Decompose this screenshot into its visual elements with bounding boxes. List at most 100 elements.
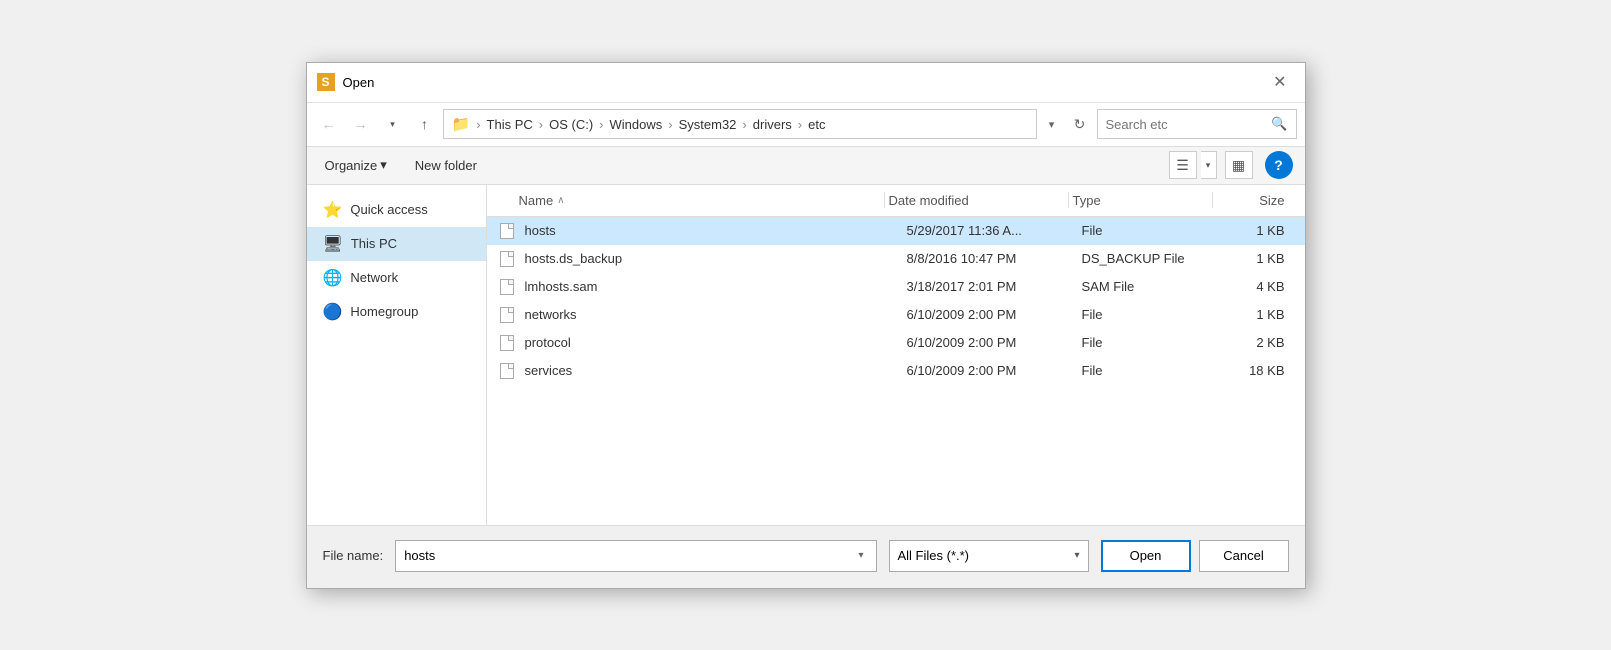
table-row[interactable]: networks 6/10/2009 2:00 PM File 1 KB <box>487 301 1305 329</box>
col-size-label: Size <box>1259 193 1284 208</box>
back-button[interactable]: ← <box>315 110 343 138</box>
file-icon-cell <box>495 363 519 379</box>
main-content: ⭐ Quick access 🖥 This PC 🌐 Network 🔵 Hom… <box>307 185 1305 525</box>
column-header: Name ∧ Date modified Type Size <box>487 185 1305 217</box>
address-folder-icon: 📁 <box>452 115 471 133</box>
view-chevron-icon: ▾ <box>1206 160 1211 171</box>
sidebar-item-label-quick-access: Quick access <box>350 202 427 217</box>
refresh-icon: ↻ <box>1074 116 1086 133</box>
file-name: hosts <box>525 223 907 238</box>
bottom-bar: File name: ▾ All Files (*.*) ▾ Open Canc… <box>307 525 1305 588</box>
help-icon: ? <box>1274 157 1283 173</box>
file-type: File <box>1082 363 1217 378</box>
col-type-header[interactable]: Type <box>1073 193 1208 208</box>
file-date: 6/10/2009 2:00 PM <box>907 307 1082 322</box>
address-separator-3: › <box>599 117 603 132</box>
help-button[interactable]: ? <box>1265 151 1293 179</box>
table-row[interactable]: services 6/10/2009 2:00 PM File 18 KB <box>487 357 1305 385</box>
cancel-button[interactable]: Cancel <box>1199 540 1289 572</box>
file-name: services <box>525 363 907 378</box>
table-row[interactable]: protocol 6/10/2009 2:00 PM File 2 KB <box>487 329 1305 357</box>
file-type: DS_BACKUP File <box>1082 251 1217 266</box>
filetype-chevron-icon: ▾ <box>1074 550 1079 561</box>
file-icon-cell <box>495 335 519 351</box>
file-size: 18 KB <box>1217 363 1297 378</box>
file-name: lmhosts.sam <box>525 279 907 294</box>
table-row[interactable]: hosts.ds_backup 8/8/2016 10:47 PM DS_BAC… <box>487 245 1305 273</box>
nav-dropdown-icon: ▾ <box>390 119 395 130</box>
address-part-1: This PC <box>487 117 533 132</box>
col-date-header[interactable]: Date modified <box>889 193 1064 208</box>
sidebar-item-network[interactable]: 🌐 Network <box>307 261 486 295</box>
title-bar: S Open ✕ <box>307 63 1305 103</box>
view-chevron-button[interactable]: ▾ <box>1201 151 1217 179</box>
file-size: 1 KB <box>1217 251 1297 266</box>
view-icon: ☰ <box>1176 157 1189 174</box>
organize-left: Organize ▾ New folder <box>319 153 483 177</box>
open-button[interactable]: Open <box>1101 540 1191 572</box>
file-area: Name ∧ Date modified Type Size <box>487 185 1305 525</box>
address-separator-4: › <box>668 117 672 132</box>
file-list: hosts 5/29/2017 11:36 A... File 1 KB hos… <box>487 217 1305 525</box>
table-row[interactable]: lmhosts.sam 3/18/2017 2:01 PM SAM File 4… <box>487 273 1305 301</box>
address-chevron-icon: ▾ <box>1049 118 1055 131</box>
up-button[interactable]: ↑ <box>411 110 439 138</box>
file-type: SAM File <box>1082 279 1217 294</box>
sidebar-item-this-pc[interactable]: 🖥 This PC <box>307 227 486 261</box>
file-date: 8/8/2016 10:47 PM <box>907 251 1082 266</box>
filetype-value: All Files (*.*) <box>898 548 970 563</box>
nav-dropdown-button[interactable]: ▾ <box>379 110 407 138</box>
table-row[interactable]: hosts 5/29/2017 11:36 A... File 1 KB <box>487 217 1305 245</box>
file-date: 6/10/2009 2:00 PM <box>907 335 1082 350</box>
file-icon <box>500 335 514 351</box>
address-separator-2: › <box>539 117 543 132</box>
sidebar-item-label-network: Network <box>350 270 398 285</box>
forward-button[interactable]: → <box>347 110 375 138</box>
col-divider-2 <box>1068 192 1069 208</box>
close-button[interactable]: ✕ <box>1267 70 1292 94</box>
address-part-5: drivers <box>753 117 792 132</box>
file-size: 4 KB <box>1217 279 1297 294</box>
col-divider-1 <box>884 192 885 208</box>
file-icon <box>500 307 514 323</box>
refresh-button[interactable]: ↻ <box>1067 111 1093 137</box>
address-separator-1: › <box>476 117 480 132</box>
filename-input-wrapper: ▾ <box>395 540 876 572</box>
filename-chevron-icon[interactable]: ▾ <box>854 548 867 563</box>
file-date: 6/10/2009 2:00 PM <box>907 363 1082 378</box>
file-type: File <box>1082 223 1217 238</box>
view-button[interactable]: ☰ <box>1169 151 1197 179</box>
new-folder-button[interactable]: New folder <box>409 154 483 177</box>
file-type: File <box>1082 335 1217 350</box>
file-icon-cell <box>495 251 519 267</box>
filetype-select[interactable]: All Files (*.*) ▾ <box>889 540 1089 572</box>
file-type: File <box>1082 307 1217 322</box>
forward-icon: → <box>354 116 368 132</box>
file-icon <box>500 251 514 267</box>
toolbar: ← → ▾ ↑ 📁 › This PC › OS (C:) › Windows … <box>307 103 1305 147</box>
col-type-label: Type <box>1073 193 1101 208</box>
address-separator-6: › <box>798 117 802 132</box>
col-name-label: Name <box>519 193 554 208</box>
preview-button[interactable]: ▦ <box>1225 151 1253 179</box>
sidebar-item-homegroup[interactable]: 🔵 Homegroup <box>307 295 486 329</box>
search-input[interactable] <box>1106 117 1268 132</box>
col-size-header[interactable]: Size <box>1217 193 1297 208</box>
quick-access-icon: ⭐ <box>323 200 343 220</box>
address-part-2: OS (C:) <box>549 117 593 132</box>
address-part-4: System32 <box>679 117 737 132</box>
network-icon: 🌐 <box>323 268 343 288</box>
address-separator-5: › <box>742 117 746 132</box>
preview-icon: ▦ <box>1232 157 1245 174</box>
address-bar[interactable]: 📁 › This PC › OS (C:) › Windows › System… <box>443 109 1037 139</box>
organize-label: Organize <box>325 158 378 173</box>
app-icon: S <box>317 73 335 91</box>
file-icon <box>500 223 514 239</box>
address-chevron-button[interactable]: ▾ <box>1041 113 1063 135</box>
organize-button[interactable]: Organize ▾ <box>319 153 393 177</box>
file-name: hosts.ds_backup <box>525 251 907 266</box>
organize-right: ☰ ▾ ▦ ? <box>1169 151 1293 179</box>
sidebar-item-quick-access[interactable]: ⭐ Quick access <box>307 193 486 227</box>
filename-input[interactable] <box>404 548 854 563</box>
col-name-header[interactable]: Name ∧ <box>495 193 880 208</box>
